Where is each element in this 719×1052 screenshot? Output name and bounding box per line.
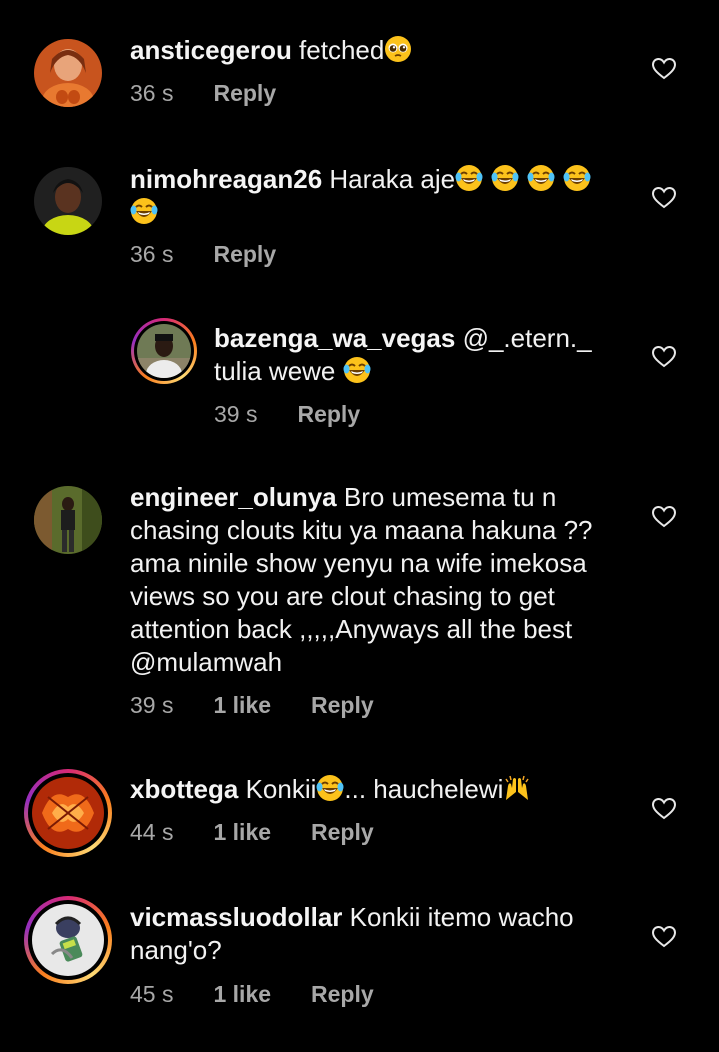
comment-body: vicmassluodollar Konkii itemo wacho nang'…	[130, 901, 610, 967]
avatar[interactable]	[32, 777, 104, 849]
timestamp: 36 s	[130, 80, 174, 106]
comment-text: attention back ,,,,,Anyways all the best	[130, 614, 573, 644]
comment-text: views so you are clout chasing to get	[130, 581, 555, 611]
timestamp: 36 s	[130, 241, 174, 267]
comment-text: Konkii itemo wacho	[342, 902, 574, 932]
laughing-tears-emoji-icon	[130, 197, 158, 225]
comment-body: bazenga_wa_vegas @_.etern._tulia wewe	[214, 322, 644, 388]
like-count[interactable]: 1 like	[213, 819, 271, 846]
timestamp: 39 s	[130, 692, 174, 718]
comment-text: chasing clouts kitu ya maana hakuna ??	[130, 515, 593, 545]
avatar[interactable]	[32, 904, 104, 976]
timestamp: 45 s	[130, 981, 174, 1007]
username[interactable]: xbottega	[130, 774, 238, 804]
avatar[interactable]	[34, 39, 102, 107]
like-count[interactable]: 1 like	[213, 981, 271, 1008]
comment-text: tulia wewe	[214, 356, 343, 386]
reply-button[interactable]: Reply	[297, 401, 360, 428]
comment-text: Bro umesema tu n	[336, 482, 557, 512]
comment-meta: 36 s Reply	[130, 241, 316, 268]
comment-body: ansticegerou fetched	[130, 34, 412, 67]
like-heart-icon[interactable]	[651, 504, 677, 530]
reply-button[interactable]: Reply	[311, 819, 374, 846]
avatar[interactable]	[34, 486, 102, 554]
laughing-tears-emoji-icon	[491, 164, 519, 192]
username[interactable]: engineer_olunya	[130, 482, 337, 512]
avatar[interactable]	[34, 167, 102, 235]
story-ring[interactable]	[24, 896, 112, 984]
mention-link[interactable]: @mulamwah	[130, 647, 282, 677]
pleading-face-emoji-icon	[384, 35, 412, 63]
like-heart-icon[interactable]	[651, 56, 677, 82]
reply-button[interactable]: Reply	[213, 80, 276, 107]
username[interactable]: bazenga_wa_vegas	[214, 323, 455, 353]
reply-button[interactable]: Reply	[213, 241, 276, 268]
comment-meta: 39 s 1 like Reply	[130, 692, 414, 719]
comment-text: @_.etern._	[455, 323, 592, 353]
avatar[interactable]	[137, 324, 191, 378]
story-ring[interactable]	[24, 769, 112, 857]
username[interactable]: vicmassluodollar	[130, 902, 342, 932]
comment-text: Konkii	[238, 774, 317, 804]
laughing-tears-emoji-icon	[316, 774, 344, 802]
comment-meta: 45 s 1 like Reply	[130, 981, 414, 1008]
like-heart-icon[interactable]	[651, 924, 677, 950]
laughing-tears-emoji-icon	[527, 164, 555, 192]
laughing-tears-emoji-icon	[563, 164, 591, 192]
story-ring[interactable]	[131, 318, 197, 384]
comment-text: fetched	[291, 35, 385, 65]
comment-body: xbottega Konkii ... hauchelewi	[130, 773, 610, 806]
comment-body: engineer_olunya Bro umesema tu n chasing…	[130, 481, 650, 679]
laughing-tears-emoji-icon	[343, 356, 371, 384]
comment-meta: 36 s Reply	[130, 80, 316, 107]
like-count[interactable]: 1 like	[213, 692, 271, 719]
like-heart-icon[interactable]	[651, 344, 677, 370]
comment-meta: 39 s Reply	[214, 401, 400, 428]
timestamp: 44 s	[130, 819, 174, 845]
username[interactable]: ansticegerou	[130, 35, 292, 65]
like-heart-icon[interactable]	[651, 796, 677, 822]
reply-button[interactable]: Reply	[311, 692, 374, 719]
laughing-tears-emoji-icon	[455, 164, 483, 192]
username[interactable]: nimohreagan26	[130, 164, 322, 194]
like-heart-icon[interactable]	[651, 185, 677, 211]
raised-hands-emoji-icon	[503, 774, 531, 802]
comment-body: nimohreagan26 Haraka aje	[130, 163, 610, 229]
comment-text: nang'o?	[130, 935, 222, 965]
comment-text: Haraka aje	[322, 164, 456, 194]
comment-meta: 44 s 1 like Reply	[130, 819, 414, 846]
reply-button[interactable]: Reply	[311, 981, 374, 1008]
comment-text: ama ninile show yenyu na wife imekosa	[130, 548, 587, 578]
comment-text: ... hauchelewi	[344, 774, 504, 804]
timestamp: 39 s	[214, 401, 258, 427]
